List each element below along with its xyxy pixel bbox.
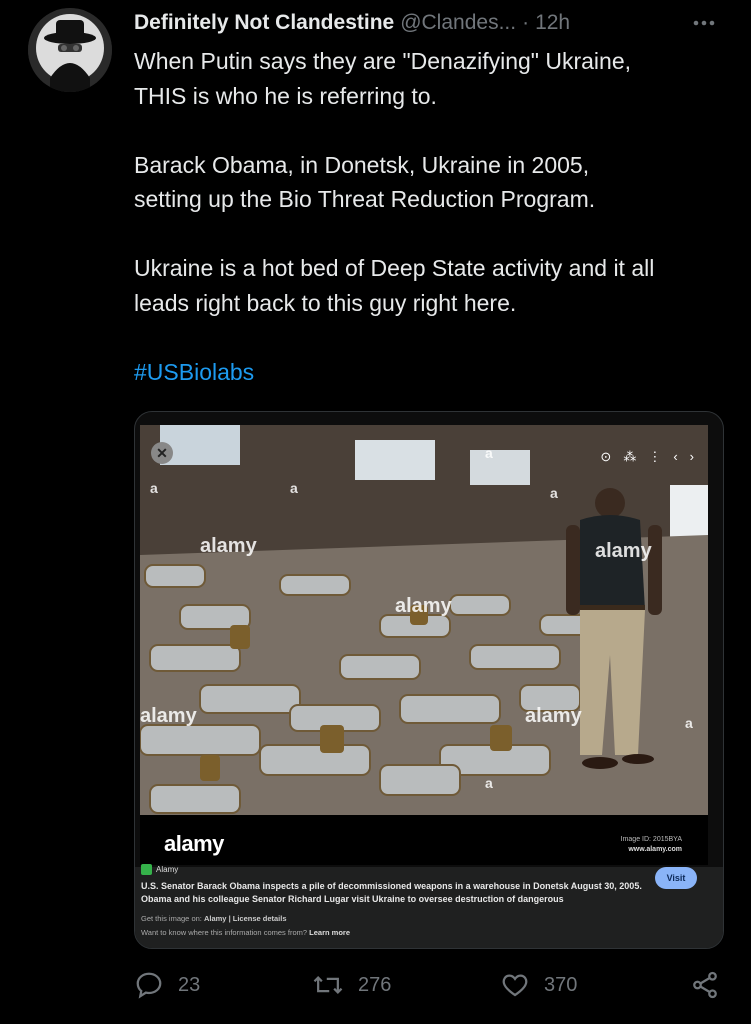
alamy-favicon-icon	[141, 864, 152, 875]
visit-button[interactable]: Visit	[655, 867, 697, 889]
separator-dot: ·	[522, 11, 530, 34]
avatar[interactable]	[28, 8, 112, 92]
image-id-text: Image ID: 2015BYA	[620, 836, 682, 843]
info-question: Want to know where this information come…	[141, 928, 308, 937]
image-id: Image ID: 2015BYA www.alamy.com	[621, 835, 682, 855]
tweet-text: When Putin says they are "Denazifying" U…	[134, 44, 734, 389]
retweet-action[interactable]: 276	[312, 970, 391, 1000]
tweet-media[interactable]: alamy Image ID: 2015BYA www.alamy.com al…	[134, 411, 724, 949]
lens-result-panel: Alamy U.S. Senator Barack Obama inspects…	[135, 864, 723, 948]
source-row[interactable]: Alamy	[141, 864, 178, 875]
watermark: alamy	[395, 595, 452, 617]
hashtag-link[interactable]: #USBiolabs	[134, 355, 734, 390]
close-icon[interactable]: ✕	[151, 442, 173, 464]
heart-icon	[502, 974, 528, 997]
learn-more-link[interactable]: Learn more	[309, 928, 350, 937]
share-icon[interactable]: ⁂	[623, 449, 636, 465]
info-line: Want to know where this information come…	[141, 928, 350, 937]
tweet-line: THIS is who he is referring to.	[134, 82, 437, 109]
author-handle[interactable]: @Clandes...	[400, 11, 516, 35]
tweet-line: Ukraine is a hot bed of Deep State activ…	[134, 255, 655, 281]
tweet-line: setting up the Bio Threat Reduction Prog…	[134, 186, 596, 212]
warehouse-photo	[140, 425, 708, 815]
image-caption: U.S. Senator Barack Obama inspects a pil…	[141, 881, 642, 904]
next-icon[interactable]: ›	[690, 449, 694, 465]
tweet-time[interactable]: 12h	[535, 11, 570, 35]
tweet-actions: 23 276 370	[134, 970, 724, 1004]
tweet-line: leads right back to this guy right here.	[134, 289, 517, 316]
source-name: Alamy	[156, 865, 179, 874]
avatar-image	[28, 8, 112, 92]
retweet-icon	[313, 976, 343, 994]
watermark-small: a	[685, 715, 693, 731]
watermark-small: a	[550, 485, 558, 501]
watermark-small: a	[485, 445, 493, 461]
get-image-line: Get this image on: Alamy | License detai…	[141, 914, 287, 923]
like-count: 370	[544, 973, 578, 996]
license-links[interactable]: Alamy | License details	[204, 914, 287, 923]
watermark: alamy	[200, 535, 257, 557]
lens-screenshot: alamy Image ID: 2015BYA www.alamy.com al…	[140, 425, 708, 865]
retweet-count: 276	[358, 973, 392, 996]
get-image-prefix: Get this image on:	[141, 914, 202, 923]
more-vertical-icon[interactable]: ⋮	[648, 449, 661, 465]
like-action[interactable]: 370	[500, 970, 577, 1000]
watermark-small: a	[150, 480, 158, 496]
viewer-toolbar: ⊙ ⁂ ⋮ ‹ ›	[600, 449, 694, 465]
tweet-line: Barack Obama, in Donetsk, Ukraine in 200…	[134, 151, 590, 178]
watermark: alamy	[525, 705, 582, 727]
reply-icon	[136, 972, 162, 999]
watermark: alamy	[140, 705, 197, 727]
reply-count: 23	[178, 973, 201, 996]
more-options-icon[interactable]	[689, 8, 719, 38]
author-name[interactable]: Definitely Not Clandestine	[134, 11, 394, 35]
image-site-text: www.alamy.com	[628, 846, 682, 853]
lens-icon[interactable]: ⊙	[600, 449, 611, 465]
share-icon	[693, 971, 717, 999]
tweet-header: Definitely Not Clandestine @Clandes... ·…	[134, 8, 731, 38]
watermark-small: a	[485, 775, 493, 791]
prev-icon[interactable]: ‹	[673, 449, 677, 465]
share-action[interactable]	[690, 970, 720, 1000]
alamy-logo: alamy	[164, 831, 224, 856]
watermark-small: a	[290, 480, 298, 496]
reply-action[interactable]: 23	[134, 970, 200, 1000]
watermark: alamy	[595, 540, 652, 562]
tweet-line: When Putin says they are "Denazifying" U…	[134, 48, 632, 74]
